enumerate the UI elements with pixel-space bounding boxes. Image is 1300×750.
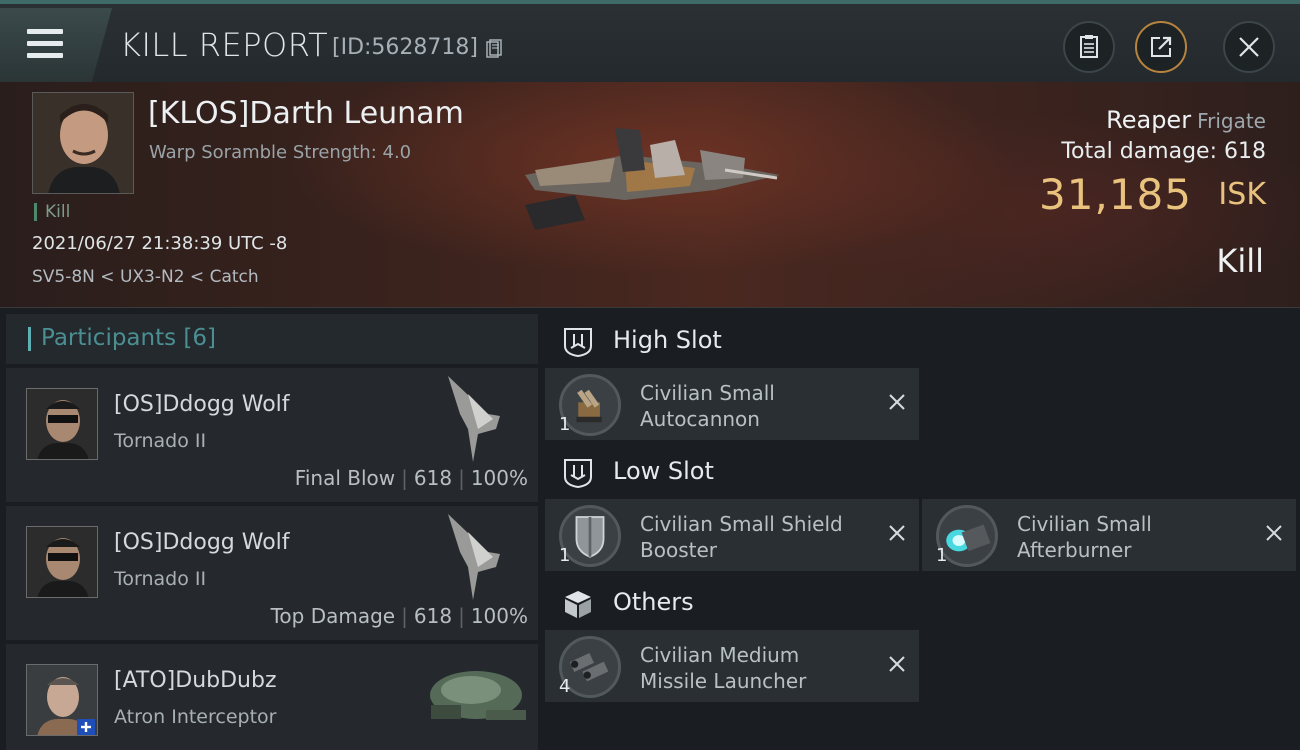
participant-avatar[interactable]	[26, 388, 98, 460]
high-slot-label: High Slot	[613, 326, 722, 354]
low-slot-icon	[564, 459, 592, 489]
participant-name: [OS]Ddogg Wolf	[114, 392, 290, 417]
kill-route: SV5-8N < UX3-N2 < Catch	[32, 267, 259, 287]
kill-tag: Kill	[34, 203, 70, 221]
share-button[interactable]	[1135, 21, 1187, 73]
module-item[interactable]: 1 Civilian Small Autocannon	[545, 368, 919, 440]
copy-icon[interactable]	[486, 39, 502, 59]
participant-ship: Tornado II	[114, 430, 207, 452]
participant-damage: 618	[413, 604, 453, 628]
high-slot-icon	[564, 328, 592, 358]
title-bar: KILL REPORT [ID:5628718]	[0, 0, 1300, 82]
victim-banner: [KLOS]Darth Leunam Warp Soramble Strengt…	[0, 82, 1300, 308]
victim-ship-image[interactable]	[515, 120, 785, 250]
participant-name: [ATO]DubDubz	[114, 668, 277, 693]
ship-class: Frigate	[1197, 109, 1266, 133]
participant-stats: Final Blow | 618 | 100%	[294, 466, 528, 490]
module-quantity: 1	[559, 414, 571, 435]
module-quantity: 1	[559, 545, 571, 566]
page-title: KILL REPORT	[120, 26, 329, 64]
ship-name: Reaper	[1106, 106, 1192, 134]
destroyed-x-icon	[889, 656, 905, 672]
avatar-image	[27, 389, 97, 459]
clipboard-icon	[1080, 35, 1098, 58]
participant-row[interactable]: [ATO]DubDubz Atron Interceptor	[6, 644, 538, 750]
accent-bar	[28, 327, 31, 351]
low-slot-label: Low Slot	[613, 457, 714, 485]
participant-avatar[interactable]	[26, 526, 98, 598]
module-name: Civilian Small Autocannon	[640, 381, 775, 431]
participant-avatar[interactable]	[26, 664, 98, 736]
portrait-image	[33, 93, 133, 193]
module-name: Civilian Medium Missile Launcher	[640, 643, 807, 693]
victim-name[interactable]: [KLOS]Darth Leunam	[148, 96, 464, 131]
kill-timestamp: 2021/06/27 21:38:39 UTC -8	[32, 233, 288, 254]
close-button[interactable]	[1223, 21, 1275, 73]
participant-ship-image	[448, 514, 500, 600]
participant-percent: 100%	[470, 466, 528, 490]
module-item[interactable]: 1 Civilian Small Afterburner	[922, 499, 1296, 571]
close-icon	[1239, 37, 1259, 57]
module-name: Civilian Small Shield Booster	[640, 512, 843, 562]
kill-type: Kill	[1216, 242, 1264, 280]
module-name: Civilian Small Afterburner	[1017, 512, 1152, 562]
avatar-image	[27, 665, 97, 735]
participants-label: Participants [6]	[41, 325, 216, 351]
isk-value: 31,185	[1039, 170, 1192, 219]
victim-ship-type: Reaper Frigate	[1106, 106, 1266, 134]
avatar-image	[27, 527, 97, 597]
participant-stats: Top Damage | 618 | 100%	[270, 604, 528, 628]
others-header: Others	[548, 576, 918, 628]
hamburger-menu-icon	[27, 29, 63, 59]
total-damage: Total damage: 618	[1061, 139, 1266, 164]
participant-role: Final Blow	[294, 466, 396, 490]
participant-role: Top Damage	[270, 604, 396, 628]
others-label: Others	[613, 588, 694, 616]
clipboard-button[interactable]	[1063, 21, 1115, 73]
participant-percent: 100%	[470, 604, 528, 628]
participant-damage: 618	[413, 466, 453, 490]
report-id: [ID:5628718]	[332, 35, 478, 60]
low-slot-header: Low Slot	[548, 445, 918, 497]
destroyed-x-icon	[889, 394, 905, 410]
destroyed-x-icon	[1266, 525, 1282, 541]
participant-ship: Tornado II	[114, 568, 207, 590]
share-icon	[1151, 36, 1172, 57]
module-quantity: 4	[559, 676, 571, 697]
participant-ship-image	[430, 671, 526, 720]
module-quantity: 1	[936, 545, 948, 566]
module-item[interactable]: 4 Civilian Medium Missile Launcher	[545, 630, 919, 702]
participant-row[interactable]: [OS]Ddogg Wolf Tornado II Top Damage | 618…	[6, 506, 538, 640]
cargo-box-icon	[565, 591, 591, 618]
destroyed-x-icon	[889, 525, 905, 541]
participant-ship-image	[448, 376, 500, 462]
participants-header: Participants [6]	[6, 314, 538, 364]
participant-row[interactable]: [OS]Ddogg Wolf Tornado II Final Blow | 618…	[6, 368, 538, 502]
warp-scramble-strength: Warp Soramble Strength: 4.0	[149, 142, 412, 163]
high-slot-header: High Slot	[548, 314, 918, 366]
participant-name: [OS]Ddogg Wolf	[114, 530, 290, 555]
menu-button[interactable]	[0, 8, 112, 82]
victim-portrait[interactable]	[32, 92, 134, 194]
module-item[interactable]: 1 Civilian Small Shield Booster	[545, 499, 919, 571]
participant-ship: Atron Interceptor	[114, 706, 277, 728]
isk-unit: ISK	[1218, 177, 1266, 212]
